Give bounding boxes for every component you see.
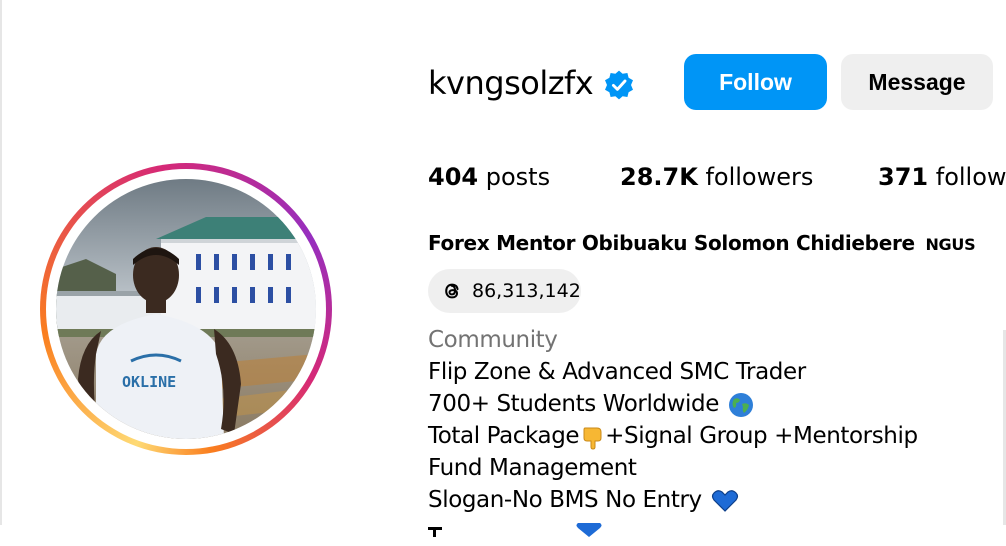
followers-stat[interactable]: 28.7K followers <box>620 160 813 194</box>
following-count: 371 <box>878 163 929 191</box>
bio-text: Fund Management <box>428 455 637 481</box>
bio-line-cut-off <box>428 514 603 546</box>
bio-text: 700+ Students Worldwide <box>428 391 719 417</box>
threads-badge[interactable]: 86,313,142 <box>428 269 581 313</box>
following-stat[interactable]: 371 followi <box>878 160 1006 194</box>
bio-text: Flip Zone & Advanced SMC Trader <box>428 359 806 385</box>
verified-badge-icon <box>605 70 633 100</box>
pointing-down-icon <box>583 427 602 450</box>
following-label: followi <box>935 163 1006 191</box>
followers-label: followers <box>705 163 814 191</box>
bio-line: Fund Management <box>428 452 637 484</box>
threads-icon <box>445 283 459 299</box>
followers-count: 28.7K <box>620 163 698 191</box>
posts-count: 404 <box>428 163 479 191</box>
avatar-image: OKLINE <box>56 179 316 439</box>
cut-off-text-fragment <box>428 527 442 537</box>
blue-heart-icon <box>711 489 738 512</box>
globe-icon <box>728 392 753 417</box>
blue-heart-icon <box>576 523 602 537</box>
posts-stat: 404 posts <box>428 160 550 194</box>
profile-username: kvngsolzfx <box>428 64 594 102</box>
threads-count: 86,313,142 <box>472 280 581 302</box>
profile-category: Community <box>428 327 558 353</box>
message-button[interactable]: Message <box>841 54 993 110</box>
svg-text:OKLINE: OKLINE <box>122 373 176 391</box>
follow-button[interactable]: Follow <box>684 54 827 110</box>
full-name-text: Forex Mentor Obibuaku Solomon Chidiebere <box>428 231 915 255</box>
pronouns: NGUS <box>925 235 976 254</box>
posts-label: posts <box>485 163 551 191</box>
bio-line: 700+ Students Worldwide <box>428 388 754 420</box>
bio-line: Slogan-No BMS No Entry <box>428 484 739 516</box>
profile-full-name: Forex Mentor Obibuaku Solomon Chidiebere… <box>428 228 976 260</box>
bio-line: Flip Zone & Advanced SMC Trader <box>428 356 806 388</box>
bio-text: Total Package <box>428 423 580 449</box>
bio-text-after: +Signal Group +Mentorship <box>605 423 918 449</box>
window-left-border <box>0 0 2 525</box>
bio-text: Slogan-No BMS No Entry <box>428 487 702 513</box>
bio-line: Total Package +Signal Group +Mentorship <box>428 420 918 452</box>
avatar-photo: OKLINE <box>56 179 316 439</box>
